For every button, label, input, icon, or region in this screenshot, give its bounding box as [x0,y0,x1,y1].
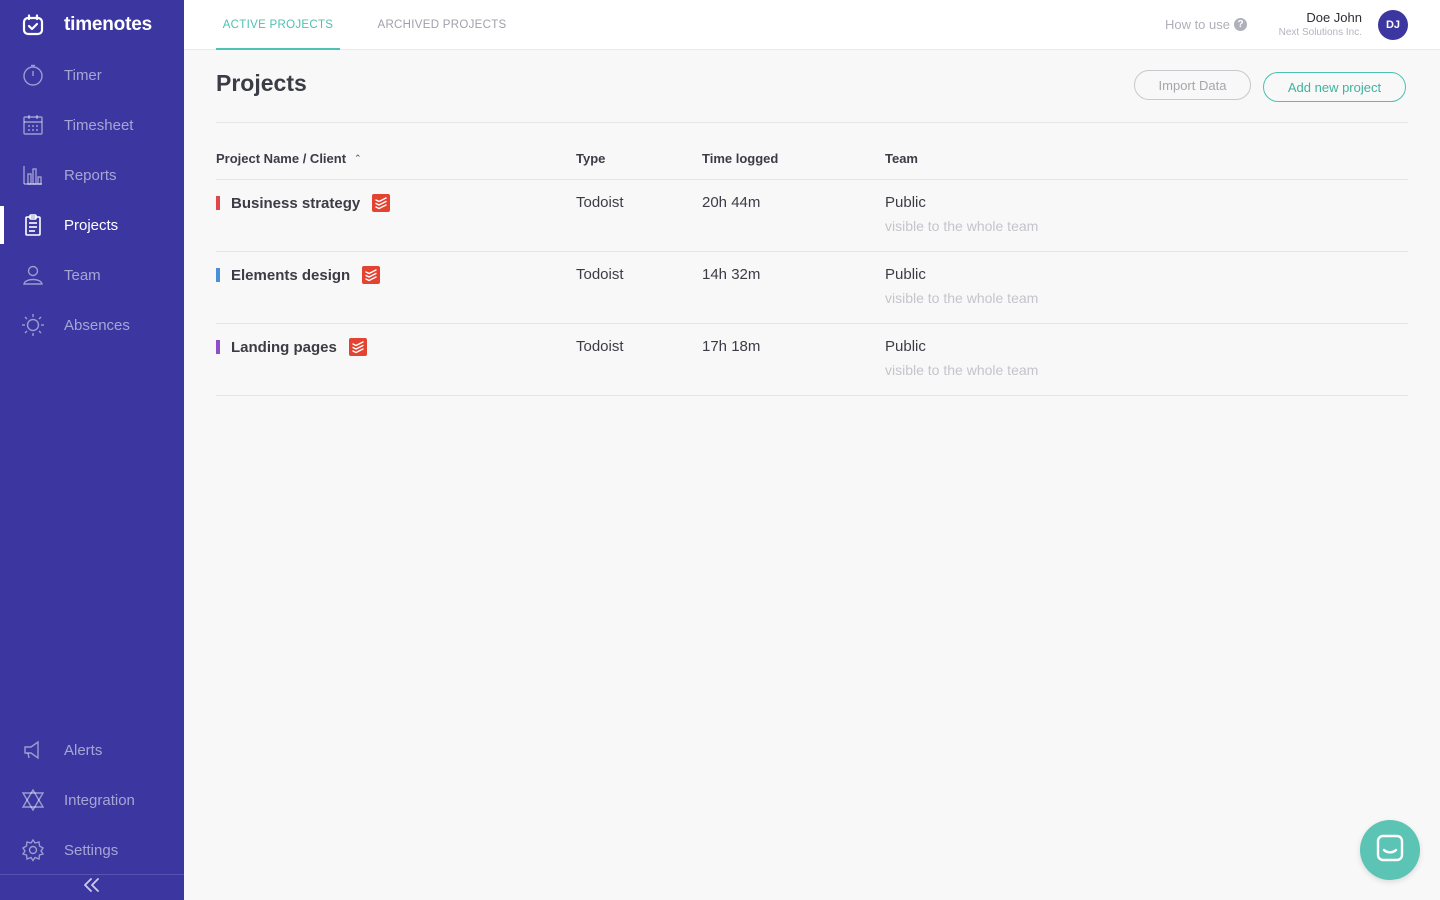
project-type: Todoist [576,266,624,283]
sidebar-item-absences[interactable]: Absences [0,300,184,350]
divider [216,395,1408,396]
sidebar-item-label: Projects [64,216,119,234]
user-org: Next Solutions Inc. [1278,27,1362,38]
user-name: Doe John [1306,10,1362,25]
how-to-use-label: How to use [1164,17,1230,32]
table-row[interactable]: Elements design Todoist 14h 32m Public v… [216,252,1408,324]
chat-launcher-button[interactable] [1360,820,1420,880]
project-name-label: Landing pages [231,338,337,356]
top-bar: ACTIVE PROJECTS ARCHIVED PROJECTS How to… [184,0,1440,50]
brand[interactable]: timenotes [22,12,152,38]
sidebar-item-label: Integration [64,791,135,809]
project-name[interactable]: Landing pages [231,338,367,356]
column-header-time-logged: Time logged [702,151,779,166]
add-new-project-button[interactable]: Add new project [1263,72,1406,102]
sidebar: timenotes Timer Timesheet Reports Projec… [0,0,184,900]
clipboard-icon [21,213,45,237]
page-title: Projects [216,70,307,96]
sidebar-item-label: Timesheet [64,116,134,134]
app-name: timenotes [64,14,152,35]
tab-archived-projects[interactable]: ARCHIVED PROJECTS [374,0,510,50]
project-color-bar [216,340,220,354]
sidebar-item-integration[interactable]: Integration [0,775,184,825]
question-icon: ? [1234,18,1247,31]
team-visibility-description: visible to the whole team [885,218,1039,234]
sidebar-item-projects[interactable]: Projects [0,200,184,250]
table-row[interactable]: Landing pages Todoist 17h 18m Public vis… [216,324,1408,396]
chat-icon [1375,833,1405,868]
table-row[interactable]: Business strategy Todoist 20h 44m Public… [216,180,1408,252]
project-name[interactable]: Elements design [231,266,381,284]
sidebar-item-label: Reports [64,166,117,184]
sidebar-item-timer[interactable]: Timer [0,50,184,100]
sort-ascending-icon[interactable]: ⌃ [354,153,362,164]
stopwatch-icon [21,63,45,87]
team-visibility: Public [885,194,926,211]
double-chevron-left-icon [83,878,101,897]
megaphone-icon [21,738,45,762]
time-logged: 14h 32m [702,266,761,283]
calendar-check-logo-icon [22,14,44,36]
sidebar-item-alerts[interactable]: Alerts [0,725,184,775]
column-header-project-name[interactable]: Project Name / Client ⌃ [216,151,362,166]
time-logged: 20h 44m [702,194,761,211]
todoist-icon [348,338,367,356]
team-visibility-description: visible to the whole team [885,290,1039,306]
sidebar-item-label: Settings [64,841,119,859]
sidebar-item-team[interactable]: Team [0,250,184,300]
sidebar-item-label: Alerts [64,741,103,759]
import-data-button[interactable]: Import Data [1134,70,1251,100]
how-to-use-link[interactable]: How to use ? [1165,17,1247,32]
calendar-icon [21,113,45,137]
project-type: Todoist [576,338,624,355]
todoist-icon [372,194,391,212]
sun-icon [21,313,45,337]
team-visibility-description: visible to the whole team [885,362,1039,378]
sidebar-item-timesheet[interactable]: Timesheet [0,100,184,150]
divider [216,122,1408,123]
sidebar-item-label: Timer [64,66,102,84]
project-color-bar [216,196,220,210]
project-name-label: Business strategy [231,194,361,212]
project-name-label: Elements design [231,266,351,284]
column-header-team: Team [885,151,918,166]
collapse-sidebar-button[interactable] [0,874,184,900]
time-logged: 17h 18m [702,338,761,355]
avatar[interactable]: DJ [1378,10,1408,40]
tab-active-projects[interactable]: ACTIVE PROJECTS [216,0,340,50]
column-header-label: Project Name / Client [216,151,347,166]
project-type: Todoist [576,194,624,211]
user-icon [21,263,45,287]
todoist-icon [362,266,381,284]
sidebar-item-label: Absences [64,316,130,334]
team-visibility: Public [885,338,926,355]
bar-chart-icon [21,163,45,187]
integration-icon [21,788,45,812]
column-header-type: Type [576,151,606,166]
sidebar-item-label: Team [64,266,101,284]
team-visibility: Public [885,266,926,283]
user-info[interactable]: Doe John Next Solutions Inc. [1279,10,1362,38]
project-color-bar [216,268,220,282]
project-name[interactable]: Business strategy [231,194,391,212]
sidebar-item-reports[interactable]: Reports [0,150,184,200]
sidebar-item-settings[interactable]: Settings [0,825,184,875]
gear-icon [21,838,45,862]
